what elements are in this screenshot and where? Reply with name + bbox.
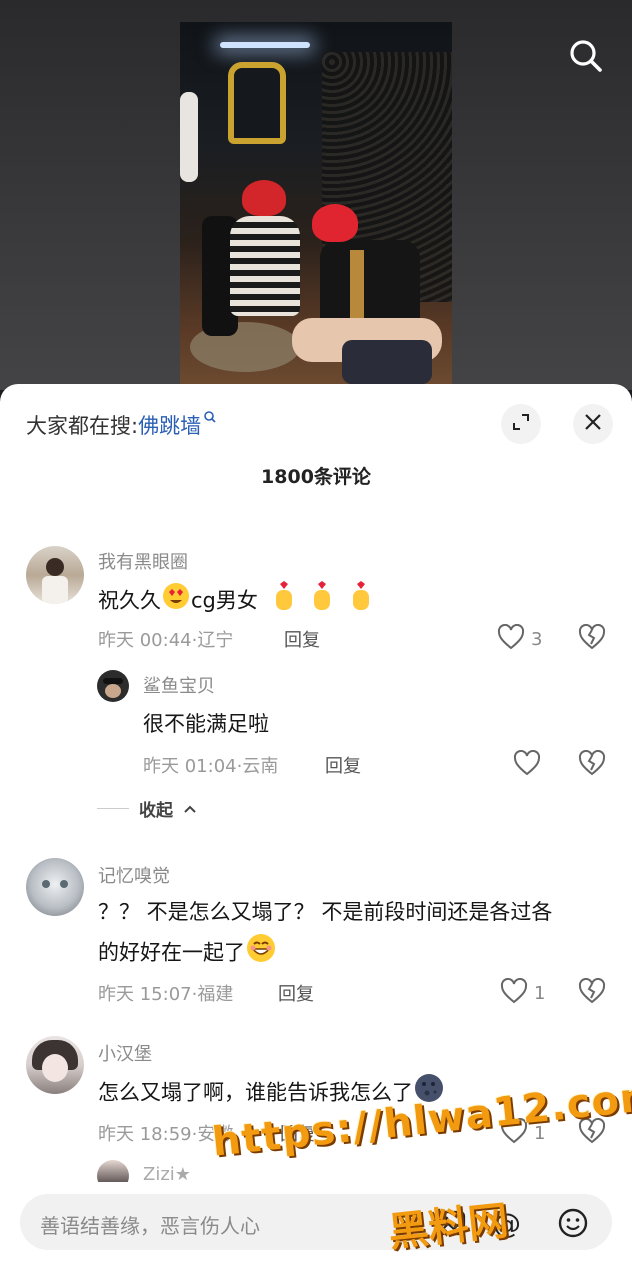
comment-time: 昨天 00:44: [98, 630, 192, 651]
close-icon: [584, 413, 602, 435]
trending-prefix: 大家都在搜:: [26, 414, 139, 438]
gold-mirror: [228, 62, 286, 144]
comment-input-bar: 善语结善缘，恶言伤人心 @: [0, 1182, 632, 1280]
comment-meta: 昨天 15:07·福建: [98, 984, 234, 1005]
comment-location: 福建: [197, 984, 234, 1005]
broken-heart-icon[interactable]: [578, 1117, 606, 1146]
mini-search-icon: [203, 410, 217, 430]
expand-icon: [511, 412, 531, 436]
comment-text-part: 的好好在一起了: [98, 940, 245, 965]
person2-red-hair: [312, 204, 358, 242]
collapse-replies-button[interactable]: 收起: [97, 796, 197, 821]
close-button[interactable]: [573, 404, 613, 444]
reply-button[interactable]: 回复: [278, 980, 314, 1006]
reply-meta: 昨天 01:04·云南: [143, 756, 279, 777]
sheet-header: 大家都在搜:佛跳墙: [0, 384, 632, 464]
comment-text: 怎么又塌了啊，谁能告诉我怎么了: [98, 1072, 445, 1115]
person2-tie: [350, 250, 364, 320]
comment-input[interactable]: 善语结善缘，恶言伤人心 @: [20, 1194, 612, 1250]
comments-count: 1800条评论: [261, 466, 371, 488]
person2-jacket: [320, 240, 420, 330]
comment-time: 昨天 18:59: [98, 1124, 192, 1145]
like-button[interactable]: 1: [500, 1117, 546, 1149]
like-button[interactable]: 3: [497, 623, 543, 655]
like-count: 3: [531, 629, 543, 650]
like-count: 1: [534, 983, 546, 1004]
heart-icon: [500, 977, 528, 1009]
video-area[interactable]: [0, 0, 632, 390]
comment-location: 安徽: [197, 1124, 234, 1145]
avatar[interactable]: [26, 546, 84, 604]
finger-heart-emoji-icon: [348, 580, 374, 623]
emoji-icon[interactable]: [556, 1206, 590, 1240]
finger-heart-emoji-icon: [271, 580, 297, 623]
comment-text: ？？ 不是怎么又塌了？ 不是前段时间还是各过各: [98, 900, 553, 924]
at-icon[interactable]: @: [490, 1206, 524, 1240]
reply-button[interactable]: 回复: [325, 752, 361, 778]
comment-location: 辽宁: [197, 630, 234, 651]
comment-text: 的好好在一起了: [98, 932, 277, 975]
heart-icon: [513, 749, 541, 781]
like-button[interactable]: [513, 749, 541, 781]
reply-location: 云南: [242, 756, 279, 777]
collapse-label: 收起: [139, 801, 173, 821]
comment-text-part: 祝久久: [98, 588, 161, 613]
heart-eyes-emoji-icon: [161, 581, 191, 622]
comment-username[interactable]: 记忆嗅觉: [98, 862, 170, 888]
person2-boots: [342, 340, 432, 384]
comment-text-part: 怎么又塌了啊，谁能告诉我怎么了: [98, 1080, 413, 1105]
reply-time: 昨天 01:04: [143, 756, 237, 777]
broken-heart-icon[interactable]: [578, 977, 606, 1006]
divider-line: [97, 808, 129, 809]
search-icon[interactable]: [566, 36, 606, 76]
comments-sheet: 大家都在搜:佛跳墙 1800条评论 我有黑眼圈 祝久久 cg男女 昨天 00:4…: [0, 384, 632, 1280]
avatar[interactable]: [26, 858, 84, 916]
comment-meta: 昨天 00:44·辽宁: [98, 630, 234, 651]
ceiling-light: [220, 42, 310, 48]
chevron-up-icon: [183, 799, 197, 819]
comment-input-placeholder: 善语结善缘，恶言伤人心: [40, 1214, 260, 1238]
reply-username[interactable]: 鲨鱼宝贝: [143, 672, 215, 698]
broken-heart-icon[interactable]: [578, 749, 606, 778]
comment-text: 祝久久 cg男女: [98, 580, 374, 623]
reply-button[interactable]: 回复: [280, 1120, 316, 1146]
comment-time: 昨天 15:07: [98, 984, 192, 1005]
person1-striped-shirt: [230, 216, 300, 316]
reply-text: 很不能满足啦: [143, 712, 269, 736]
heart-icon: [500, 1117, 528, 1149]
comment-meta: 昨天 18:59·安徽: [98, 1124, 234, 1145]
broken-heart-icon[interactable]: [578, 623, 606, 652]
trending-search[interactable]: 大家都在搜:佛跳墙: [26, 410, 217, 440]
avatar[interactable]: [26, 1036, 84, 1094]
avatar[interactable]: [97, 670, 129, 702]
finger-heart-emoji-icon: [309, 580, 335, 623]
statue-bust: [180, 92, 198, 182]
image-icon[interactable]: [434, 1206, 468, 1240]
comment-username[interactable]: 我有黑眼圈: [98, 548, 188, 574]
trending-term[interactable]: 佛跳墙: [138, 414, 201, 438]
like-button[interactable]: 1: [500, 977, 546, 1009]
comment-username[interactable]: 小汉堡: [98, 1040, 152, 1066]
person1-red-hair: [242, 180, 286, 216]
video-thumbnail[interactable]: [180, 22, 452, 384]
heart-icon: [497, 623, 525, 655]
reply-button[interactable]: 回复: [284, 626, 320, 652]
like-count: 1: [534, 1123, 546, 1144]
smiling-emoji-icon: [245, 932, 277, 975]
comment-text-part: cg男女: [191, 588, 258, 613]
expand-button[interactable]: [501, 404, 541, 444]
moon-emoji-icon: [413, 1072, 445, 1115]
